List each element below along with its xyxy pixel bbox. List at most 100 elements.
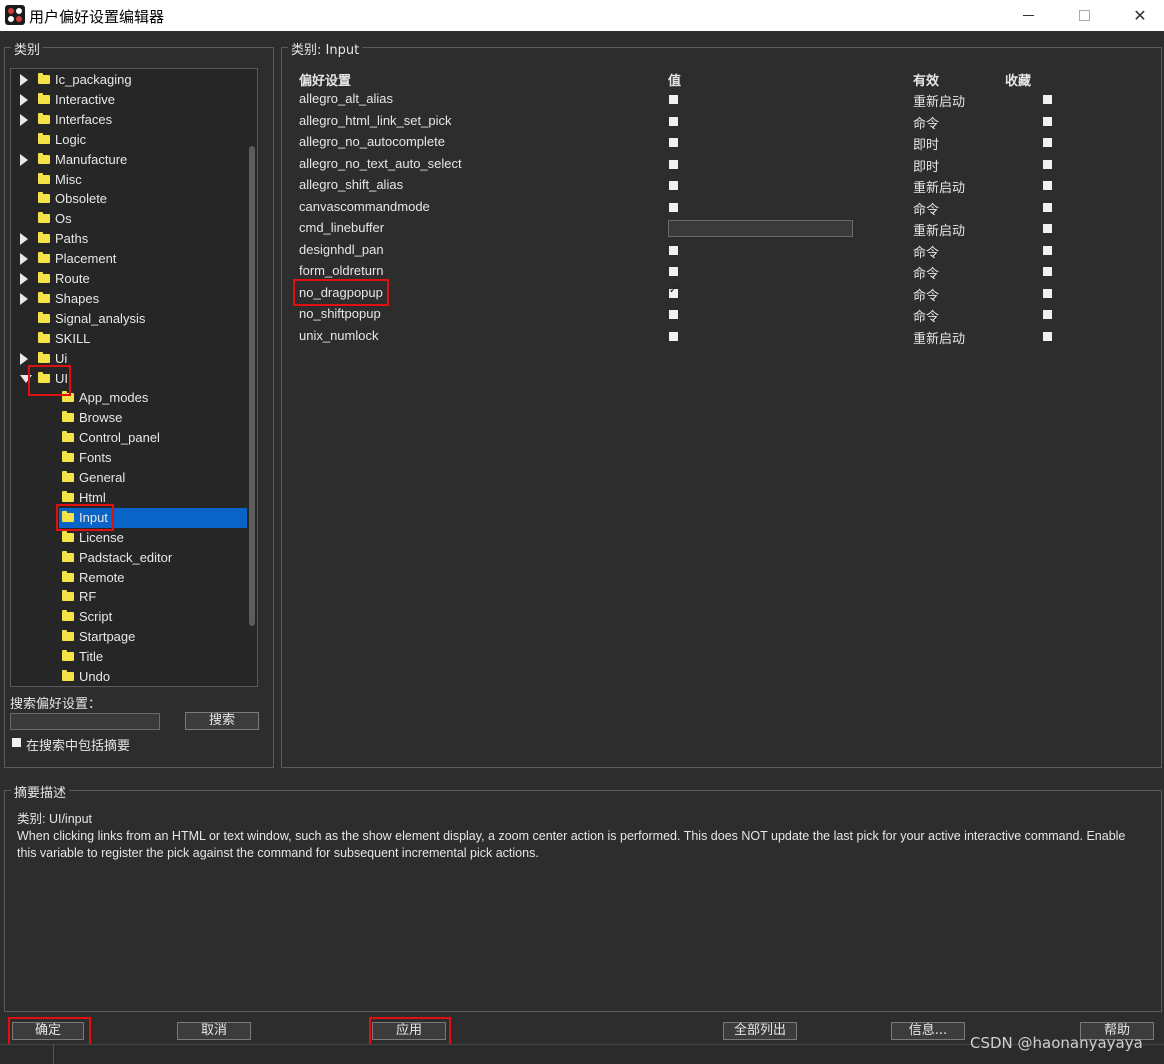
- pref-favorite-checkbox[interactable]: [1043, 310, 1052, 319]
- tree-item[interactable]: Fonts: [11, 448, 247, 468]
- collapsed-arrow-icon[interactable]: [20, 74, 28, 86]
- category-tree[interactable]: Ic_packaging Interactive Interfaces Logic Ma…: [10, 68, 258, 687]
- tree-item[interactable]: RF: [11, 587, 247, 607]
- collapsed-arrow-icon[interactable]: [20, 352, 28, 365]
- tree-item[interactable]: Paths: [11, 229, 247, 249]
- search-input[interactable]: [10, 713, 160, 730]
- tree-item[interactable]: Ui: [11, 349, 247, 369]
- folder-icon: [62, 490, 74, 502]
- pref-name[interactable]: cmd_linebuffer: [299, 220, 384, 235]
- pref-name[interactable]: allegro_shift_alias: [299, 177, 403, 192]
- folder-icon: [38, 92, 50, 104]
- pref-name[interactable]: allegro_no_autocomplete: [299, 134, 445, 149]
- pref-favorite-checkbox[interactable]: [1043, 159, 1052, 169]
- pref-value-checkbox[interactable]: [669, 310, 678, 319]
- tree-scrollbar[interactable]: [249, 146, 255, 626]
- tree-item[interactable]: Title: [11, 647, 247, 667]
- collapsed-arrow-icon[interactable]: [20, 153, 28, 166]
- minimize-button[interactable]: [1000, 0, 1056, 31]
- include-summary-checkbox[interactable]: [12, 738, 21, 747]
- tree-item[interactable]: Padstack_editor: [11, 548, 247, 568]
- pref-name[interactable]: designhdl_pan: [299, 242, 384, 257]
- tree-item[interactable]: Route: [11, 269, 247, 289]
- tree-item[interactable]: Input: [11, 507, 247, 528]
- maximize-button[interactable]: [1056, 0, 1112, 31]
- pref-name[interactable]: allegro_html_link_set_pick: [299, 113, 451, 128]
- folder-icon: [62, 610, 74, 622]
- pref-name[interactable]: canvascommandmode: [299, 199, 430, 214]
- tree-item-label: Remote: [79, 569, 125, 585]
- pref-value-checkbox[interactable]: [669, 138, 678, 147]
- tree-item[interactable]: Script: [11, 607, 247, 627]
- collapsed-arrow-icon[interactable]: [20, 93, 28, 106]
- pref-value-checkbox[interactable]: [669, 159, 678, 169]
- tree-item[interactable]: App_modes: [11, 388, 247, 408]
- tree-item[interactable]: Control_panel: [11, 428, 247, 448]
- expanded-arrow-icon[interactable]: [20, 374, 32, 383]
- pref-favorite-checkbox[interactable]: [1043, 288, 1052, 298]
- pref-value-checkbox[interactable]: [669, 331, 678, 341]
- tree-item[interactable]: Os: [11, 209, 247, 229]
- pref-name[interactable]: unix_numlock: [299, 328, 379, 343]
- collapsed-arrow-icon[interactable]: [20, 233, 28, 246]
- tree-item[interactable]: License: [11, 528, 247, 548]
- pref-value-checkbox[interactable]: [669, 181, 678, 190]
- folder-icon: [38, 232, 50, 244]
- pref-favorite-checkbox[interactable]: [1043, 245, 1052, 255]
- tree-item[interactable]: Placement: [11, 249, 247, 269]
- pref-name[interactable]: allegro_no_text_auto_select: [299, 156, 462, 171]
- close-button[interactable]: ✕: [1112, 0, 1164, 31]
- folder-icon: [62, 411, 74, 423]
- folder-icon: [62, 391, 74, 403]
- tree-item[interactable]: Misc: [11, 170, 247, 190]
- pref-value-checkbox[interactable]: [669, 95, 678, 104]
- search-button[interactable]: 搜索: [185, 712, 259, 730]
- tree-item[interactable]: Startpage: [11, 627, 247, 647]
- tree-item[interactable]: UI: [11, 369, 247, 389]
- tree-item[interactable]: SKILL: [11, 329, 247, 349]
- pref-favorite-checkbox[interactable]: [1043, 331, 1052, 341]
- ok-button[interactable]: 确定: [12, 1022, 84, 1040]
- pref-value-checkbox[interactable]: [669, 202, 678, 212]
- pref-value-input[interactable]: [668, 220, 853, 237]
- pref-favorite-checkbox[interactable]: [1043, 116, 1052, 126]
- pref-effective: 重新启动: [913, 224, 966, 239]
- cancel-button[interactable]: 取消: [177, 1022, 251, 1040]
- pref-value-checkbox[interactable]: [669, 267, 678, 276]
- tree-item[interactable]: General: [11, 468, 247, 488]
- apply-button[interactable]: 应用: [372, 1022, 446, 1040]
- pref-favorite-checkbox[interactable]: [1043, 267, 1052, 276]
- pref-name[interactable]: no_dragpopup: [299, 285, 383, 300]
- tree-item[interactable]: Html: [11, 488, 247, 508]
- info-button[interactable]: 信息...: [891, 1022, 965, 1040]
- tree-item[interactable]: Signal_analysis: [11, 309, 247, 329]
- pref-favorite-checkbox[interactable]: [1043, 138, 1052, 147]
- pref-name[interactable]: no_shiftpopup: [299, 306, 381, 321]
- pref-favorite-checkbox[interactable]: [1043, 224, 1052, 233]
- list-all-button[interactable]: 全部列出: [723, 1022, 797, 1040]
- folder-icon: [62, 590, 74, 602]
- pref-favorite-checkbox[interactable]: [1043, 181, 1052, 190]
- pref-name[interactable]: form_oldreturn: [299, 263, 384, 278]
- tree-item[interactable]: Interactive: [11, 90, 247, 110]
- collapsed-arrow-icon[interactable]: [20, 113, 28, 126]
- pref-name[interactable]: allegro_alt_alias: [299, 91, 393, 106]
- collapsed-arrow-icon[interactable]: [20, 253, 28, 266]
- tree-item[interactable]: Obsolete: [11, 189, 247, 209]
- tree-item[interactable]: Interfaces: [11, 110, 247, 130]
- tree-item[interactable]: Manufacture: [11, 150, 247, 170]
- tree-item[interactable]: Ic_packaging: [11, 70, 247, 90]
- tree-item[interactable]: Logic: [11, 130, 247, 150]
- tree-item[interactable]: Shapes: [11, 289, 247, 309]
- tree-item[interactable]: Remote: [11, 568, 247, 588]
- collapsed-arrow-icon[interactable]: [20, 292, 28, 305]
- pref-value-checkbox[interactable]: [669, 245, 678, 255]
- tree-item[interactable]: Undo: [11, 667, 247, 686]
- collapsed-arrow-icon[interactable]: [20, 273, 28, 285]
- pref-favorite-checkbox[interactable]: [1043, 95, 1052, 104]
- tree-item-label: General: [79, 470, 126, 485]
- pref-favorite-checkbox[interactable]: [1043, 202, 1052, 212]
- tree-item[interactable]: Browse: [11, 408, 247, 428]
- pref-value-checkbox[interactable]: [669, 285, 678, 298]
- pref-value-checkbox[interactable]: [669, 116, 678, 126]
